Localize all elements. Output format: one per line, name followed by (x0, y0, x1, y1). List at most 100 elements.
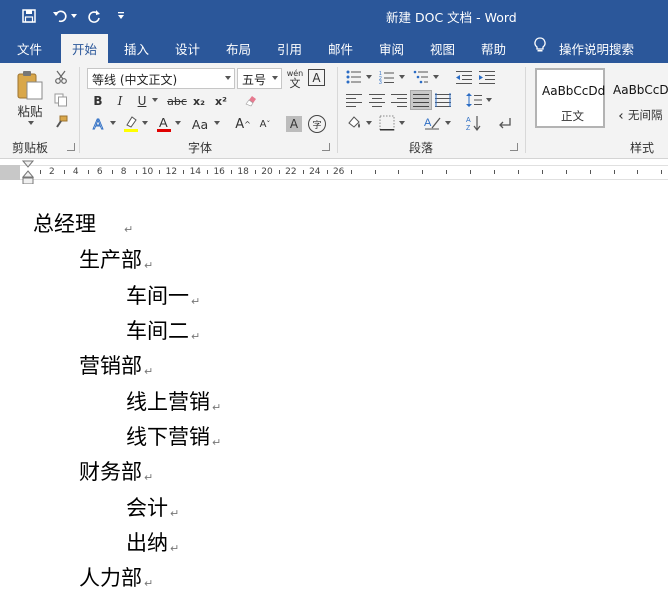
org-line[interactable]: 车间一 ↵ (126, 280, 200, 310)
tab-insert[interactable]: 插入 (124, 39, 149, 58)
tab-references[interactable]: 引用 (277, 39, 302, 58)
strikethrough-button[interactable]: abc (166, 92, 188, 110)
group-separator (337, 67, 338, 153)
format-painter-icon[interactable] (52, 113, 70, 131)
save-icon[interactable] (18, 0, 40, 31)
org-line[interactable]: 线下营销 ↵ (126, 421, 221, 451)
clipboard-launcher-icon[interactable] (67, 143, 75, 151)
paste-button[interactable]: 粘贴 (12, 102, 48, 119)
org-line[interactable]: 总经理 ↵ (33, 208, 133, 238)
ruler-label: 10 (141, 167, 154, 177)
borders-dropdown-icon[interactable] (397, 119, 405, 127)
character-shading-button[interactable]: A (286, 116, 302, 132)
tab-review[interactable]: 审阅 (379, 39, 404, 58)
numbering-icon[interactable]: 123 (378, 69, 396, 85)
font-name-combo[interactable]: 等线 (中文正文) (87, 68, 235, 89)
highlight-dropdown-icon[interactable] (140, 119, 148, 127)
bullets-icon[interactable] (345, 69, 363, 85)
superscript-button[interactable]: x² (212, 92, 230, 110)
shrink-font-button[interactable]: Aˇ (256, 114, 274, 134)
tab-mailings[interactable]: 邮件 (328, 39, 353, 58)
tab-layout[interactable]: 布局 (226, 39, 251, 58)
font-group-label: 字体 (188, 141, 213, 155)
paste-dropdown-icon[interactable] (24, 119, 36, 127)
underline-button[interactable]: U (134, 92, 150, 110)
undo-icon[interactable] (49, 0, 71, 31)
text-effects-dropdown-icon[interactable] (108, 119, 116, 127)
customize-qat-icon[interactable] (114, 0, 128, 31)
cut-icon[interactable] (52, 68, 70, 86)
org-line[interactable]: 财务部 ↵ (79, 456, 153, 486)
font-color-dropdown-icon[interactable] (173, 119, 181, 127)
svg-text:A: A (93, 116, 103, 132)
enclose-characters-button[interactable]: 字 (308, 115, 326, 133)
tell-me-search[interactable]: 操作说明搜索 (559, 39, 634, 58)
font-size-combo[interactable]: 五号 (237, 68, 282, 89)
increase-indent-icon[interactable] (478, 69, 496, 85)
undo-dropdown-icon[interactable] (69, 0, 79, 31)
group-separator (79, 67, 80, 153)
ruler-tick (63, 170, 65, 174)
change-case-button[interactable]: Aa (188, 114, 212, 134)
line-spacing-icon[interactable] (465, 92, 483, 108)
ruler-tick (613, 170, 615, 174)
org-line[interactable]: 营销部 ↵ (79, 350, 153, 380)
ruler-tick (422, 170, 424, 174)
org-line[interactable]: 生产部 ↵ (79, 244, 153, 274)
style-sample: AaBbCcDd (542, 84, 606, 98)
justify-icon[interactable] (410, 90, 432, 110)
align-right-icon[interactable] (390, 92, 408, 108)
grow-font-button[interactable]: A ^ (234, 114, 252, 134)
copy-icon[interactable] (52, 91, 70, 109)
highlight-color-icon[interactable] (122, 114, 140, 134)
chinese-layout-icon[interactable]: A (422, 114, 442, 132)
org-line[interactable]: 人力部 ↵ (79, 562, 153, 589)
paragraph-mark: ↵ (170, 542, 180, 555)
org-line[interactable]: 出纳 ↵ (126, 527, 179, 557)
lightbulb-icon[interactable] (534, 37, 546, 56)
clear-formatting-icon[interactable] (242, 92, 260, 110)
decrease-indent-icon[interactable] (455, 69, 473, 85)
tab-help[interactable]: 帮助 (481, 39, 506, 58)
italic-button[interactable]: I (112, 92, 128, 110)
org-line[interactable]: 线上营销 ↵ (126, 386, 221, 416)
tab-home[interactable]: 开始 (61, 34, 109, 63)
horizontal-ruler[interactable]: 2 4 6 8 10 12 14 16 18 20 22 24 26 (0, 160, 668, 185)
change-case-dropdown-icon[interactable] (212, 119, 220, 127)
bullets-dropdown-icon[interactable] (364, 73, 372, 81)
numbering-dropdown-icon[interactable] (397, 73, 405, 81)
line-spacing-dropdown-icon[interactable] (484, 96, 492, 104)
sort-icon[interactable]: AZ (465, 114, 483, 132)
chinese-layout-dropdown-icon[interactable] (443, 119, 451, 127)
tab-view[interactable]: 视图 (430, 39, 455, 58)
document-page[interactable]: 总经理 ↵ 生产部 ↵ 车间一 ↵ 车间二 ↵ 营销部 ↵ 线上营销 ↵ 线下营销 ↵ 财务部… (0, 184, 668, 589)
style-normal[interactable]: AaBbCcDd 正文 (535, 68, 605, 128)
show-paragraph-marks-icon[interactable] (496, 114, 514, 132)
distributed-icon[interactable] (434, 92, 452, 108)
bold-button[interactable]: B (90, 92, 106, 110)
borders-icon[interactable] (378, 114, 396, 132)
ruler-tick (446, 170, 448, 174)
paragraph-launcher-icon[interactable] (510, 143, 518, 151)
tab-design[interactable]: 设计 (175, 39, 200, 58)
font-launcher-icon[interactable] (322, 143, 330, 151)
subscript-button[interactable]: x₂ (190, 92, 208, 110)
paste-icon[interactable] (12, 68, 48, 102)
shading-dropdown-icon[interactable] (364, 119, 372, 127)
multilevel-dropdown-icon[interactable] (431, 73, 439, 81)
shading-icon[interactable] (345, 114, 363, 132)
style-no-spacing[interactable]: AaBbCcDd 无间隔 (607, 68, 668, 128)
align-center-icon[interactable] (368, 92, 386, 108)
redo-icon[interactable] (84, 0, 104, 31)
character-border-icon[interactable]: A (308, 69, 325, 86)
org-line[interactable]: 会计 ↵ (126, 492, 179, 522)
underline-dropdown-icon[interactable] (150, 96, 158, 104)
phonetic-guide-icon[interactable]: wén 文 (286, 67, 304, 91)
font-color-icon[interactable]: A (155, 114, 173, 134)
multilevel-list-icon[interactable] (412, 69, 430, 85)
tab-file[interactable]: 文件 (17, 39, 42, 58)
paragraph-mark: ↵ (170, 507, 180, 520)
text-effects-icon[interactable]: A (90, 114, 108, 134)
align-left-icon[interactable] (345, 92, 363, 108)
org-line[interactable]: 车间二 ↵ (126, 315, 200, 345)
